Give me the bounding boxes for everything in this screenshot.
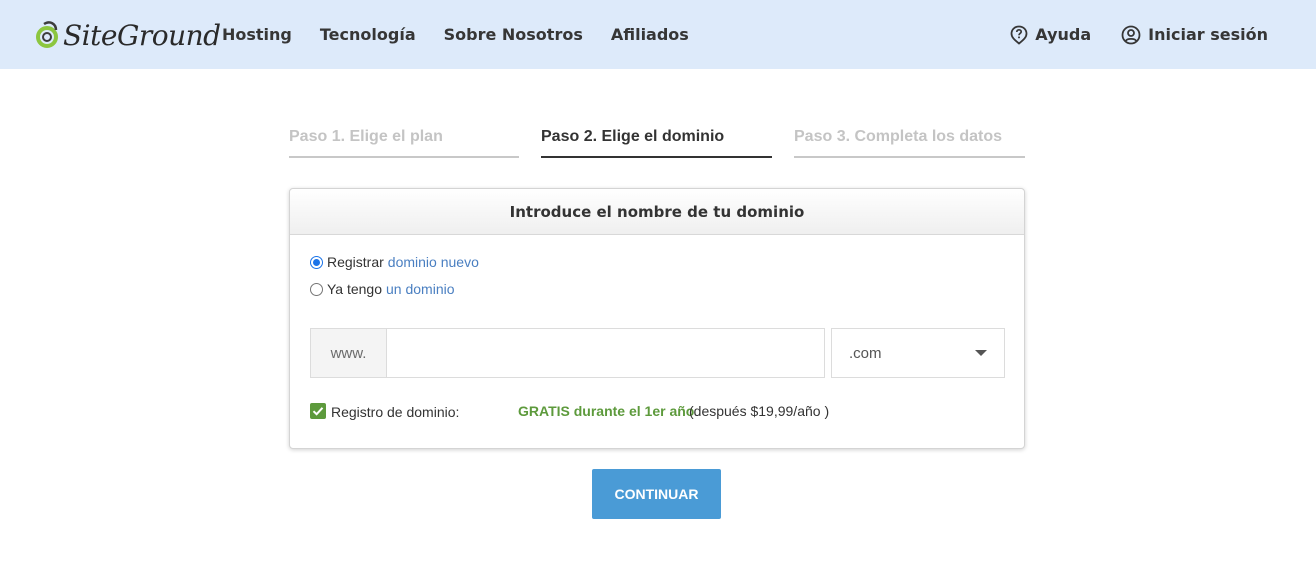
domain-registration-label: Registro de dominio:: [331, 404, 460, 420]
checkout-steps: Paso 1. Elige el plan Paso 2. Elige el d…: [289, 128, 1025, 158]
nav-item-tecnologia[interactable]: Tecnología: [320, 25, 416, 44]
step-2[interactable]: Paso 2. Elige el dominio: [541, 128, 772, 158]
chevron-down-icon: [975, 350, 987, 356]
domain-card-title: Introduce el nombre de tu dominio: [509, 202, 805, 221]
step-3-label: Paso 3. Completa los datos: [794, 128, 1003, 145]
site-header: SiteGround Hosting Tecnología Sobre Noso…: [0, 0, 1316, 69]
register-new-domain-link[interactable]: dominio nuevo: [388, 254, 479, 270]
tld-select[interactable]: .com: [831, 328, 1005, 378]
step-3[interactable]: Paso 3. Completa los datos: [794, 128, 1025, 158]
user-nav: Ayuda Iniciar sesión: [980, 0, 1268, 69]
step-1-underline: [289, 156, 519, 158]
main-nav: Hosting Tecnología Sobre Nosotros Afilia…: [222, 0, 717, 69]
help-link[interactable]: Ayuda: [1010, 25, 1091, 45]
login-label: Iniciar sesión: [1148, 25, 1268, 44]
register-new-domain-radio[interactable]: [310, 255, 323, 269]
domain-registration-free-text: GRATIS durante el 1er año: [518, 403, 695, 419]
checkmark-icon: [312, 407, 324, 416]
user-icon: [1121, 25, 1141, 44]
tld-selected-value: .com: [849, 344, 882, 362]
step-1-label: Paso 1. Elige el plan: [289, 128, 443, 145]
domain-registration-checkbox[interactable]: [310, 403, 326, 419]
continue-button[interactable]: CONTINUAR: [592, 469, 721, 519]
register-new-domain-prefix: Registrar: [327, 254, 384, 270]
nav-item-hosting[interactable]: Hosting: [222, 25, 292, 44]
login-link[interactable]: Iniciar sesión: [1121, 25, 1268, 45]
www-prefix: www.: [310, 328, 386, 378]
help-label: Ayuda: [1035, 25, 1092, 44]
domain-name-input[interactable]: [386, 328, 825, 378]
step-1[interactable]: Paso 1. Elige el plan: [289, 128, 519, 158]
nav-item-sobre-nosotros[interactable]: Sobre Nosotros: [444, 25, 583, 44]
siteground-logo-icon: [36, 21, 58, 48]
existing-domain-radio[interactable]: [310, 282, 323, 296]
step-3-underline: [794, 156, 1025, 158]
domain-card-header: Introduce el nombre de tu dominio: [290, 189, 1024, 235]
nav-item-afiliados[interactable]: Afiliados: [611, 25, 689, 44]
existing-domain-prefix: Ya tengo: [327, 281, 383, 297]
domain-registration-row: Registro de dominio: GRATIS durante el 1…: [310, 402, 1010, 420]
domain-registration-renewal-price: (después $19,99/año ): [689, 403, 830, 419]
domain-card: Introduce el nombre de tu dominio Regist…: [289, 188, 1025, 449]
existing-domain-option[interactable]: Ya tengo un dominio: [310, 281, 455, 297]
domain-input-group: www. .com: [310, 328, 1005, 378]
siteground-logo[interactable]: SiteGround: [36, 17, 221, 53]
logo-text: SiteGround: [63, 18, 221, 52]
step-2-underline: [541, 156, 772, 158]
step-2-label: Paso 2. Elige el dominio: [541, 128, 725, 145]
help-icon: [1010, 25, 1028, 45]
existing-domain-link[interactable]: un dominio: [386, 281, 455, 297]
register-new-domain-option[interactable]: Registrar dominio nuevo: [310, 254, 479, 270]
